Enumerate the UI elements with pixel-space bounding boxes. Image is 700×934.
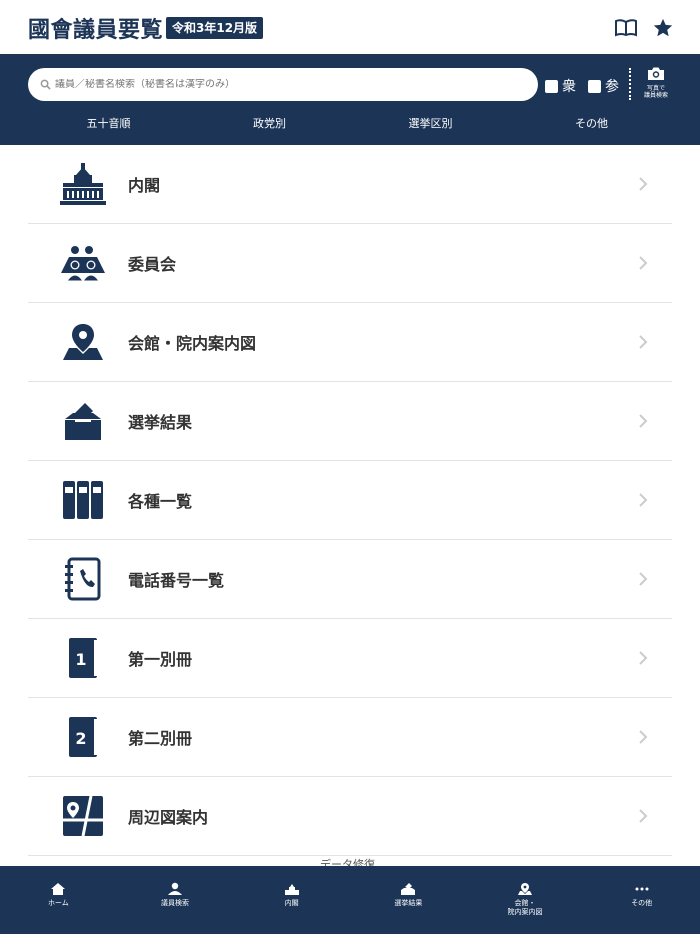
book-2-icon: 2 [56,713,110,761]
nav-member-search[interactable]: 議員検索 [117,866,234,934]
nav-other[interactable]: その他 [583,866,700,934]
book-1-icon: 1 [56,634,110,682]
checkbox-shugiin[interactable]: 衆 [545,76,576,96]
app-title: 國會議員要覧 [28,18,164,43]
menu-item-label: 周辺図案内 [128,808,209,827]
chevron-right-icon [639,177,648,191]
chevron-right-icon [639,651,648,665]
tab-gojuon[interactable]: 五十音順 [28,115,189,131]
menu-item-label: 内閣 [128,176,161,195]
search-band: 衆 参 写真で 議員検索 五十音順 政党別 選挙区別 その他 [0,54,700,145]
menu-item-floor-map[interactable]: 会館・院内案内図 [28,303,672,382]
chevron-right-icon [639,493,648,507]
menu-item-supplement-1[interactable]: 1 第一別冊 [28,619,672,698]
nav-label: 議員検索 [161,899,189,907]
diet-building-icon [284,884,299,895]
chevron-right-icon [639,572,648,586]
nav-label: 選挙結果 [394,899,423,907]
menu-item-cabinet[interactable]: 内閣 [28,145,672,224]
binders-icon [56,476,110,524]
checkbox-box[interactable] [588,79,601,93]
menu-item-lists[interactable]: 各種一覧 [28,461,672,540]
svg-text:2: 2 [75,729,86,748]
menu-item-label: 選挙結果 [128,413,193,432]
checkbox-sangiin-label: 参 [605,79,619,95]
menu-item-label: 第一別冊 [128,650,193,669]
map-pin-icon [56,318,110,366]
area-map-icon [56,792,110,840]
nav-label: 会館・ 院内案内図 [507,899,543,916]
photo-search-button[interactable]: 写真で 議員検索 [641,66,671,99]
nav-label: 内閣 [284,899,299,907]
menu-list: 内閣 委員会 会館・院内案内図 選挙結果 各種一覧 電話番号一覧 1 第一別冊 … [28,145,672,856]
menu-item-label: 会館・院内案内図 [128,334,257,353]
divider [629,68,631,100]
chevron-right-icon [639,335,648,349]
checkbox-shugiin-label: 衆 [562,79,576,95]
tab-party[interactable]: 政党別 [189,115,350,131]
tab-district[interactable]: 選挙区別 [350,115,511,131]
menu-item-area-map[interactable]: 周辺図案内 [28,777,672,856]
open-book-icon[interactable] [613,15,639,41]
chevron-right-icon [639,414,648,428]
committee-icon [56,239,110,287]
star-icon[interactable] [650,15,676,41]
chevron-right-icon [639,809,648,823]
tab-other[interactable]: その他 [511,115,672,131]
chevron-right-icon [639,256,648,270]
nav-floor-map[interactable]: 会館・ 院内案内図 [467,866,584,934]
bottom-nav: ホーム 議員検索 内閣 選挙結果 会館・ 院内案内図 その他 [0,866,700,934]
nav-label: ホーム [47,899,69,907]
ballot-box-icon [56,397,110,445]
more-dots-icon [635,887,649,891]
search-bar[interactable] [28,68,538,101]
menu-item-label: 電話番号一覧 [128,571,225,590]
nav-election-results[interactable]: 選挙結果 [350,866,467,934]
phone-book-icon [56,555,110,603]
menu-item-label: 第二別冊 [128,729,193,748]
ballot-box-icon [401,883,416,895]
checkbox-box[interactable] [545,79,558,93]
nav-cabinet[interactable]: 内閣 [233,866,350,934]
chevron-right-icon [639,730,648,744]
search-input[interactable] [55,79,525,90]
home-icon [51,883,66,895]
tab-bar: 五十音順 政党別 選挙区別 その他 [28,115,672,131]
edition-badge: 令和3年12月版 [166,17,264,39]
menu-item-election-results[interactable]: 選挙結果 [28,382,672,461]
map-pin-icon [518,883,533,895]
checkbox-sangiin[interactable]: 参 [588,76,619,96]
person-icon [168,882,182,895]
menu-item-label: 委員会 [128,255,177,274]
nav-label: その他 [631,899,653,907]
menu-item-supplement-2[interactable]: 2 第二別冊 [28,698,672,777]
photo-search-label: 写真で 議員検索 [643,85,668,99]
camera-icon [648,67,664,80]
menu-item-committee[interactable]: 委員会 [28,224,672,303]
diet-building-icon [56,160,110,208]
menu-item-phone-list[interactable]: 電話番号一覧 [28,540,672,619]
svg-text:1: 1 [75,650,86,669]
menu-item-label: 各種一覧 [128,492,193,511]
nav-home[interactable]: ホーム [0,866,117,934]
app-header: 國會議員要覧 令和3年12月版 [0,0,700,54]
search-icon [40,79,51,90]
